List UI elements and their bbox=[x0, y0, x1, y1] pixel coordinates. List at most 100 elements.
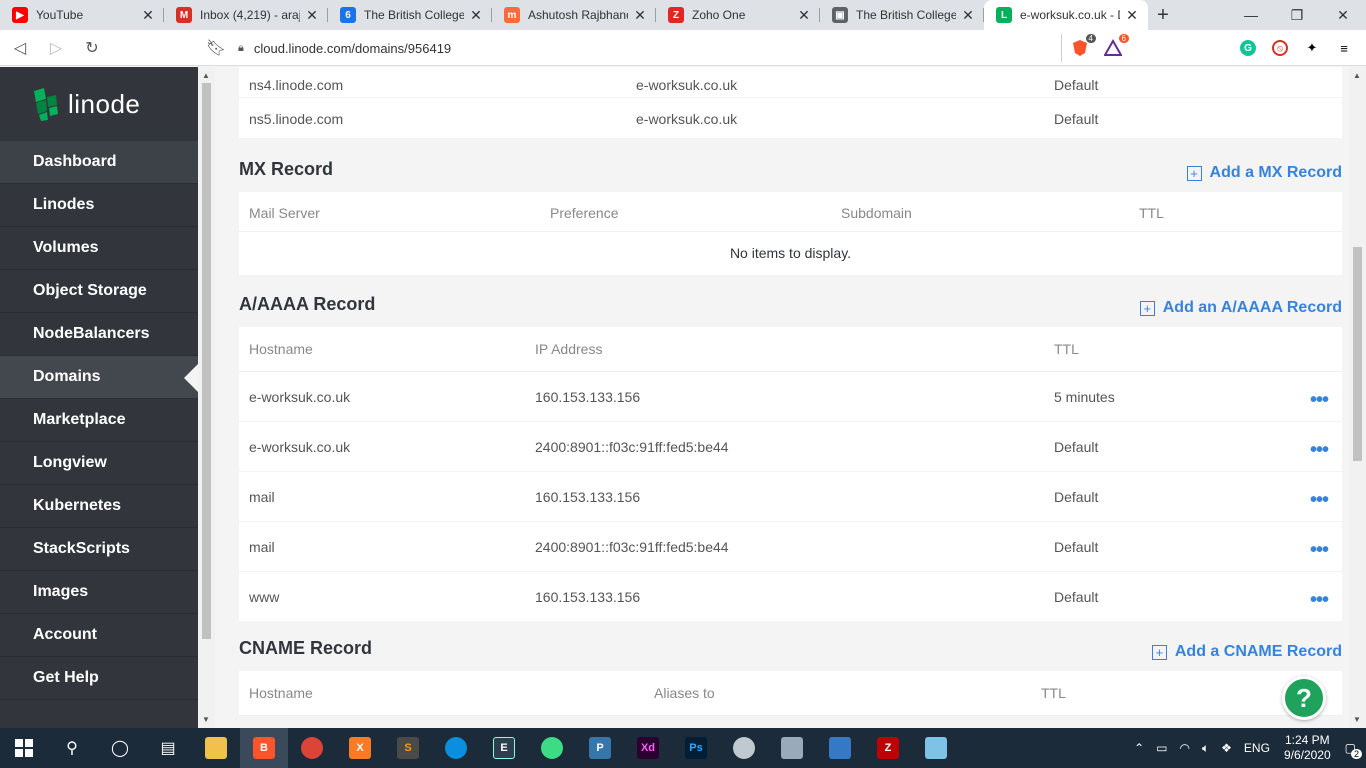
filezilla-icon[interactable]: Z bbox=[864, 728, 912, 768]
android-studio-icon[interactable] bbox=[528, 728, 576, 768]
wifi-icon[interactable]: ◠ bbox=[1179, 741, 1189, 755]
forward-icon[interactable]: ▷ bbox=[40, 32, 72, 64]
notifications-icon[interactable]: ▢ 2 bbox=[1345, 741, 1362, 759]
column-header[interactable]: Aliases to bbox=[654, 685, 715, 701]
sidebar-scroll-thumb[interactable] bbox=[202, 83, 211, 639]
close-tab-icon[interactable]: ✕ bbox=[140, 7, 156, 24]
sidebar-item-linodes[interactable]: Linodes bbox=[0, 184, 198, 227]
paint-icon[interactable] bbox=[720, 728, 768, 768]
photoshop-icon[interactable]: Ps bbox=[672, 728, 720, 768]
network-tool-icon[interactable] bbox=[816, 728, 864, 768]
row-actions-menu-icon[interactable]: ••• bbox=[1310, 589, 1329, 612]
help-chat-button[interactable]: ? bbox=[1282, 676, 1326, 720]
search-icon[interactable]: ⚲ bbox=[48, 728, 96, 768]
sidebar-item-account[interactable]: Account bbox=[0, 614, 198, 657]
extensions-icon[interactable]: ✦ bbox=[1302, 38, 1322, 58]
volume-icon[interactable]: 🔈︎ bbox=[1202, 741, 1209, 756]
close-tab-icon[interactable]: ✕ bbox=[796, 7, 812, 24]
code-editor-icon[interactable]: E bbox=[480, 728, 528, 768]
sidebar-item-marketplace[interactable]: Marketplace bbox=[0, 399, 198, 442]
page-scrollbar[interactable]: ▲ ▼ bbox=[1349, 67, 1366, 728]
scroll-up-icon[interactable]: ▲ bbox=[1353, 71, 1361, 80]
pdf-extension-icon[interactable]: ⦸ bbox=[1270, 38, 1290, 58]
browser-tab[interactable]: M Inbox (4,219) - arajb ✕ bbox=[164, 0, 328, 30]
file-explorer-icon[interactable] bbox=[192, 728, 240, 768]
language-indicator[interactable]: ENG bbox=[1244, 741, 1270, 755]
row-actions-menu-icon[interactable]: ••• bbox=[1310, 539, 1329, 562]
row-actions-menu-icon[interactable]: ••• bbox=[1310, 439, 1329, 462]
browser-tab[interactable]: 6 The British College - ✕ bbox=[328, 0, 492, 30]
sidebar-item-longview[interactable]: Longview bbox=[0, 442, 198, 485]
sidebar-scrollbar[interactable]: ▲ ▼ bbox=[198, 67, 215, 728]
column-header[interactable]: TTL bbox=[1139, 205, 1164, 221]
browser-tab[interactable]: ▣ The British College, I ✕ bbox=[820, 0, 984, 30]
back-icon[interactable]: ◁ bbox=[4, 32, 36, 64]
reload-icon[interactable]: ↻ bbox=[76, 32, 108, 64]
minimize-icon[interactable]: — bbox=[1228, 0, 1274, 30]
close-window-icon[interactable]: ✕ bbox=[1320, 0, 1366, 30]
add-a-record-button[interactable]: + Add an A/AAAA Record bbox=[1139, 299, 1342, 317]
browser-tab[interactable]: Z Zoho One ✕ bbox=[656, 0, 820, 30]
browser-menu-icon[interactable]: ≡ bbox=[1334, 38, 1354, 58]
chrome-icon[interactable] bbox=[288, 728, 336, 768]
battery-icon[interactable]: ▭ bbox=[1156, 741, 1167, 755]
browser-tab[interactable]: m Ashutosh Rajbhanda ✕ bbox=[492, 0, 656, 30]
close-tab-icon[interactable]: ✕ bbox=[304, 7, 320, 24]
windows-start-icon[interactable] bbox=[0, 728, 48, 768]
chevron-up-icon[interactable]: ⌃ bbox=[1134, 741, 1144, 755]
new-tab-button[interactable]: + bbox=[1148, 0, 1178, 30]
column-header[interactable]: Hostname bbox=[249, 341, 313, 357]
scroll-up-icon[interactable]: ▲ bbox=[202, 71, 210, 80]
column-header[interactable]: Mail Server bbox=[249, 205, 320, 221]
sublime-icon[interactable]: S bbox=[384, 728, 432, 768]
bookmark-icon[interactable]: 🔖︎ bbox=[200, 32, 232, 64]
remote-desktop-icon[interactable] bbox=[768, 728, 816, 768]
column-header[interactable]: Hostname bbox=[249, 685, 313, 701]
row-actions-menu-icon[interactable]: ••• bbox=[1310, 489, 1329, 512]
column-header[interactable]: Preference bbox=[550, 205, 618, 221]
browser-tab[interactable]: Le-worksuk.co.uk - D ✕ bbox=[984, 0, 1148, 30]
sidebar-item-volumes[interactable]: Volumes bbox=[0, 227, 198, 270]
clock[interactable]: 1:24 PM 9/6/2020 bbox=[1284, 733, 1331, 763]
sidebar-item-dashboard[interactable]: Dashboard bbox=[0, 141, 198, 184]
sidebar-item-nodebalancers[interactable]: NodeBalancers bbox=[0, 313, 198, 356]
brave-shield-icon[interactable]: 4 bbox=[1070, 34, 1096, 58]
sidebar-item-get-help[interactable]: Get Help bbox=[0, 657, 198, 700]
maximize-icon[interactable]: ❐ bbox=[1274, 0, 1320, 30]
sidebar-item-domains[interactable]: Domains bbox=[0, 356, 198, 399]
sidebar-item-object-storage[interactable]: Object Storage bbox=[0, 270, 198, 313]
grammarly-icon[interactable]: G bbox=[1238, 38, 1258, 58]
close-tab-icon[interactable]: ✕ bbox=[632, 7, 648, 24]
notepad-icon[interactable] bbox=[912, 728, 960, 768]
close-tab-icon[interactable]: ✕ bbox=[468, 7, 484, 24]
xampp-icon[interactable]: X bbox=[336, 728, 384, 768]
close-tab-icon[interactable]: ✕ bbox=[1124, 7, 1140, 24]
scroll-down-icon[interactable]: ▼ bbox=[202, 715, 210, 724]
close-tab-icon[interactable]: ✕ bbox=[960, 7, 976, 24]
page-scroll-thumb[interactable] bbox=[1353, 247, 1362, 461]
sidebar-item-images[interactable]: Images bbox=[0, 571, 198, 614]
sidebar-item-stackscripts[interactable]: StackScripts bbox=[0, 528, 198, 571]
dropbox-icon[interactable]: ❖ bbox=[1221, 741, 1232, 755]
column-header[interactable]: Subdomain bbox=[841, 205, 912, 221]
table-cell: 5 minutes bbox=[1054, 389, 1115, 405]
add-cname-record-button[interactable]: + Add a CNAME Record bbox=[1151, 643, 1342, 661]
scroll-down-icon[interactable]: ▼ bbox=[1353, 715, 1361, 724]
table-cell: Default bbox=[1054, 111, 1099, 127]
edge-icon[interactable] bbox=[432, 728, 480, 768]
task-view-icon[interactable]: ▤ bbox=[144, 728, 192, 768]
browser-tab[interactable]: ▶ YouTube ✕ bbox=[0, 0, 164, 30]
column-header[interactable]: IP Address bbox=[535, 341, 602, 357]
address-bar[interactable]: 🔒︎ cloud.linode.com/domains/956419 bbox=[238, 34, 1062, 62]
brave-rewards-icon[interactable]: 6 bbox=[1103, 34, 1129, 58]
cortana-icon[interactable]: ◯ bbox=[96, 728, 144, 768]
python-icon[interactable]: P bbox=[576, 728, 624, 768]
add-mx-record-button[interactable]: + Add a MX Record bbox=[1186, 164, 1342, 182]
adobe-xd-icon[interactable]: Xd bbox=[624, 728, 672, 768]
brave-browser-icon[interactable]: B bbox=[240, 728, 288, 768]
sidebar-item-kubernetes[interactable]: Kubernetes bbox=[0, 485, 198, 528]
column-header[interactable]: TTL bbox=[1041, 685, 1066, 701]
row-actions-menu-icon[interactable]: ••• bbox=[1310, 389, 1329, 412]
linode-logo[interactable]: linode bbox=[0, 67, 198, 141]
column-header[interactable]: TTL bbox=[1054, 341, 1079, 357]
